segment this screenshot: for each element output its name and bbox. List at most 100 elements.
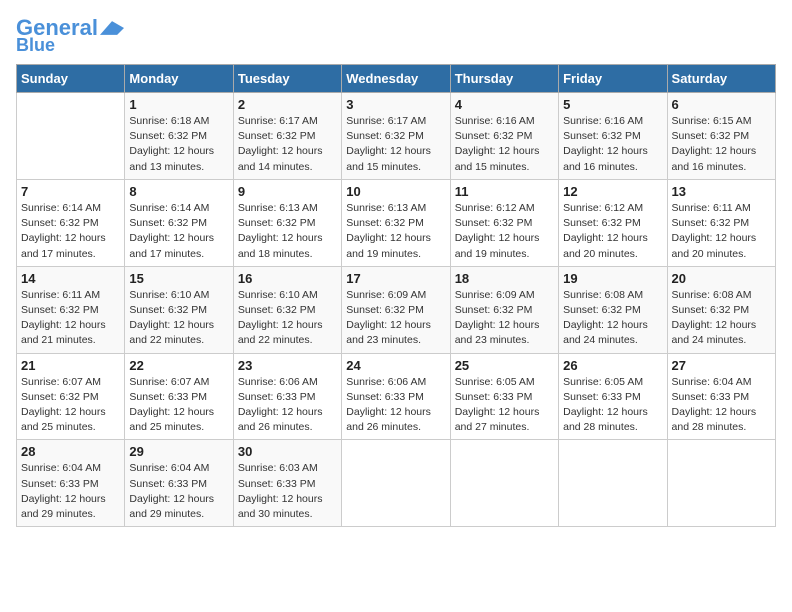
header-cell-monday: Monday <box>125 64 233 92</box>
day-cell: 10 Sunrise: 6:13 AM Sunset: 6:32 PM Dayli… <box>342 179 450 266</box>
day-cell: 9 Sunrise: 6:13 AM Sunset: 6:32 PM Daylig… <box>233 179 341 266</box>
day-info: Sunrise: 6:12 AM Sunset: 6:32 PM Dayligh… <box>563 201 662 262</box>
day-number: 1 <box>129 97 228 112</box>
header-cell-sunday: Sunday <box>17 64 125 92</box>
logo: General Blue <box>16 16 124 56</box>
day-info: Sunrise: 6:16 AM Sunset: 6:32 PM Dayligh… <box>455 114 554 175</box>
day-info: Sunrise: 6:04 AM Sunset: 6:33 PM Dayligh… <box>672 375 771 436</box>
day-number: 14 <box>21 271 120 286</box>
day-cell: 21 Sunrise: 6:07 AM Sunset: 6:32 PM Dayli… <box>17 353 125 440</box>
day-number: 5 <box>563 97 662 112</box>
day-cell: 27 Sunrise: 6:04 AM Sunset: 6:33 PM Dayli… <box>667 353 775 440</box>
day-cell: 14 Sunrise: 6:11 AM Sunset: 6:32 PM Dayli… <box>17 266 125 353</box>
day-cell <box>17 92 125 179</box>
day-cell: 11 Sunrise: 6:12 AM Sunset: 6:32 PM Dayli… <box>450 179 558 266</box>
day-info: Sunrise: 6:14 AM Sunset: 6:32 PM Dayligh… <box>21 201 120 262</box>
day-info: Sunrise: 6:05 AM Sunset: 6:33 PM Dayligh… <box>455 375 554 436</box>
day-number: 9 <box>238 184 337 199</box>
header-cell-wednesday: Wednesday <box>342 64 450 92</box>
day-info: Sunrise: 6:09 AM Sunset: 6:32 PM Dayligh… <box>346 288 445 349</box>
logo-blue-text: Blue <box>16 36 55 56</box>
day-number: 20 <box>672 271 771 286</box>
day-cell: 13Sunrise: 6:11 AM Sunset: 6:32 PM Dayli… <box>667 179 775 266</box>
day-info: Sunrise: 6:14 AM Sunset: 6:32 PM Dayligh… <box>129 201 228 262</box>
day-cell: 28 Sunrise: 6:04 AM Sunset: 6:33 PM Dayli… <box>17 440 125 527</box>
calendar-body: 1 Sunrise: 6:18 AM Sunset: 6:32 PM Daylig… <box>17 92 776 526</box>
day-cell: 22 Sunrise: 6:07 AM Sunset: 6:33 PM Dayli… <box>125 353 233 440</box>
day-number: 3 <box>346 97 445 112</box>
day-cell: 2 Sunrise: 6:17 AM Sunset: 6:32 PM Daylig… <box>233 92 341 179</box>
day-cell: 1 Sunrise: 6:18 AM Sunset: 6:32 PM Daylig… <box>125 92 233 179</box>
day-number: 23 <box>238 358 337 373</box>
week-row-4: 21 Sunrise: 6:07 AM Sunset: 6:32 PM Dayli… <box>17 353 776 440</box>
header-cell-thursday: Thursday <box>450 64 558 92</box>
day-info: Sunrise: 6:04 AM Sunset: 6:33 PM Dayligh… <box>21 461 120 522</box>
day-number: 19 <box>563 271 662 286</box>
day-cell: 5 Sunrise: 6:16 AM Sunset: 6:32 PM Daylig… <box>559 92 667 179</box>
day-info: Sunrise: 6:12 AM Sunset: 6:32 PM Dayligh… <box>455 201 554 262</box>
day-number: 27 <box>672 358 771 373</box>
week-row-5: 28 Sunrise: 6:04 AM Sunset: 6:33 PM Dayli… <box>17 440 776 527</box>
day-info: Sunrise: 6:15 AM Sunset: 6:32 PM Dayligh… <box>672 114 771 175</box>
day-cell: 23 Sunrise: 6:06 AM Sunset: 6:33 PM Dayli… <box>233 353 341 440</box>
day-info: Sunrise: 6:07 AM Sunset: 6:33 PM Dayligh… <box>129 375 228 436</box>
day-info: Sunrise: 6:11 AM Sunset: 6:32 PM Dayligh… <box>21 288 120 349</box>
day-info: Sunrise: 6:04 AM Sunset: 6:33 PM Dayligh… <box>129 461 228 522</box>
day-info: Sunrise: 6:07 AM Sunset: 6:32 PM Dayligh… <box>21 375 120 436</box>
day-cell: 24Sunrise: 6:06 AM Sunset: 6:33 PM Dayli… <box>342 353 450 440</box>
week-row-1: 1 Sunrise: 6:18 AM Sunset: 6:32 PM Daylig… <box>17 92 776 179</box>
day-info: Sunrise: 6:11 AM Sunset: 6:32 PM Dayligh… <box>672 201 771 262</box>
day-cell: 4 Sunrise: 6:16 AM Sunset: 6:32 PM Daylig… <box>450 92 558 179</box>
day-number: 22 <box>129 358 228 373</box>
day-info: Sunrise: 6:10 AM Sunset: 6:32 PM Dayligh… <box>238 288 337 349</box>
day-number: 10 <box>346 184 445 199</box>
day-cell: 7Sunrise: 6:14 AM Sunset: 6:32 PM Daylig… <box>17 179 125 266</box>
day-cell: 30 Sunrise: 6:03 AM Sunset: 6:33 PM Dayli… <box>233 440 341 527</box>
day-cell: 19 Sunrise: 6:08 AM Sunset: 6:32 PM Dayli… <box>559 266 667 353</box>
day-cell <box>450 440 558 527</box>
day-info: Sunrise: 6:05 AM Sunset: 6:33 PM Dayligh… <box>563 375 662 436</box>
page-header: General Blue <box>16 16 776 56</box>
day-number: 16 <box>238 271 337 286</box>
day-cell: 3 Sunrise: 6:17 AM Sunset: 6:32 PM Daylig… <box>342 92 450 179</box>
day-number: 18 <box>455 271 554 286</box>
day-info: Sunrise: 6:17 AM Sunset: 6:32 PM Dayligh… <box>346 114 445 175</box>
day-info: Sunrise: 6:03 AM Sunset: 6:33 PM Dayligh… <box>238 461 337 522</box>
day-cell <box>667 440 775 527</box>
day-number: 11 <box>455 184 554 199</box>
day-number: 29 <box>129 444 228 459</box>
day-cell: 26 Sunrise: 6:05 AM Sunset: 6:33 PM Dayli… <box>559 353 667 440</box>
day-number: 28 <box>21 444 120 459</box>
day-info: Sunrise: 6:08 AM Sunset: 6:32 PM Dayligh… <box>563 288 662 349</box>
day-number: 24 <box>346 358 445 373</box>
day-number: 17 <box>346 271 445 286</box>
day-number: 2 <box>238 97 337 112</box>
calendar-header-row: SundayMondayTuesdayWednesdayThursdayFrid… <box>17 64 776 92</box>
day-info: Sunrise: 6:10 AM Sunset: 6:32 PM Dayligh… <box>129 288 228 349</box>
header-cell-saturday: Saturday <box>667 64 775 92</box>
day-cell: 29 Sunrise: 6:04 AM Sunset: 6:33 PM Dayli… <box>125 440 233 527</box>
day-info: Sunrise: 6:13 AM Sunset: 6:32 PM Dayligh… <box>238 201 337 262</box>
day-cell <box>559 440 667 527</box>
day-number: 4 <box>455 97 554 112</box>
day-cell: 6 Sunrise: 6:15 AM Sunset: 6:32 PM Daylig… <box>667 92 775 179</box>
day-number: 30 <box>238 444 337 459</box>
day-info: Sunrise: 6:13 AM Sunset: 6:32 PM Dayligh… <box>346 201 445 262</box>
day-info: Sunrise: 6:18 AM Sunset: 6:32 PM Dayligh… <box>129 114 228 175</box>
day-cell <box>342 440 450 527</box>
day-cell: 25Sunrise: 6:05 AM Sunset: 6:33 PM Dayli… <box>450 353 558 440</box>
day-number: 15 <box>129 271 228 286</box>
day-info: Sunrise: 6:06 AM Sunset: 6:33 PM Dayligh… <box>238 375 337 436</box>
day-number: 21 <box>21 358 120 373</box>
day-number: 26 <box>563 358 662 373</box>
header-cell-tuesday: Tuesday <box>233 64 341 92</box>
day-cell: 18 Sunrise: 6:09 AM Sunset: 6:32 PM Dayli… <box>450 266 558 353</box>
day-number: 6 <box>672 97 771 112</box>
day-info: Sunrise: 6:09 AM Sunset: 6:32 PM Dayligh… <box>455 288 554 349</box>
day-cell: 8Sunrise: 6:14 AM Sunset: 6:32 PM Daylig… <box>125 179 233 266</box>
day-info: Sunrise: 6:17 AM Sunset: 6:32 PM Dayligh… <box>238 114 337 175</box>
day-info: Sunrise: 6:16 AM Sunset: 6:32 PM Dayligh… <box>563 114 662 175</box>
week-row-3: 14 Sunrise: 6:11 AM Sunset: 6:32 PM Dayli… <box>17 266 776 353</box>
day-cell: 17 Sunrise: 6:09 AM Sunset: 6:32 PM Dayli… <box>342 266 450 353</box>
day-cell: 15 Sunrise: 6:10 AM Sunset: 6:32 PM Dayli… <box>125 266 233 353</box>
